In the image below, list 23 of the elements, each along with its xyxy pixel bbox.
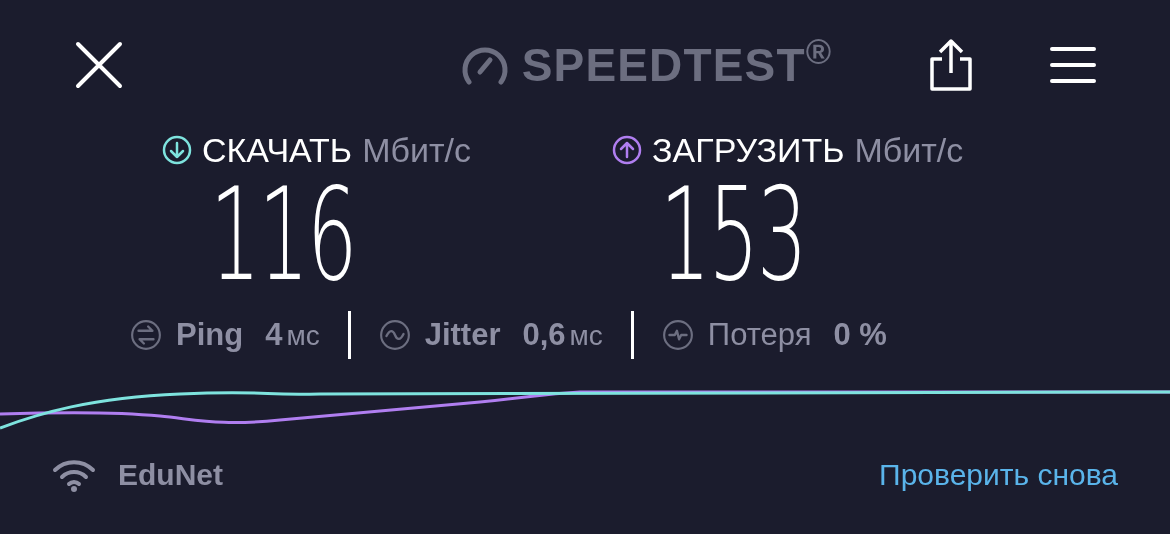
wifi-icon <box>52 457 96 492</box>
stat-unit: мс <box>286 318 320 353</box>
upload-speed-value: 153 <box>660 171 806 299</box>
stat-value: 4 <box>265 315 283 354</box>
network-name: EduNet <box>118 457 223 493</box>
download-speed-value: 116 <box>210 171 356 299</box>
result-label: ЗАГРУЗИТЬ <box>652 129 845 171</box>
menu-icon[interactable] <box>1050 46 1096 84</box>
retry-link[interactable]: Проверить снова <box>879 452 1118 497</box>
ping-icon <box>130 319 162 351</box>
stat-label: Потеря <box>707 315 812 354</box>
unit-label: Мбит/с <box>854 129 964 171</box>
stat-label: Jitter <box>424 315 501 354</box>
share-icon[interactable] <box>928 39 974 91</box>
jitter-icon <box>378 319 411 351</box>
result-label: СКАЧАТЬ <box>202 129 353 171</box>
loss-icon <box>661 319 694 351</box>
stat-label: Ping <box>176 315 244 354</box>
stat-unit: мс <box>569 318 603 353</box>
close-icon[interactable] <box>74 40 124 90</box>
stat-value: 0,6 <box>522 315 566 354</box>
unit-label: Мбит/с <box>362 129 471 171</box>
stat-value: 0 % <box>833 315 887 354</box>
